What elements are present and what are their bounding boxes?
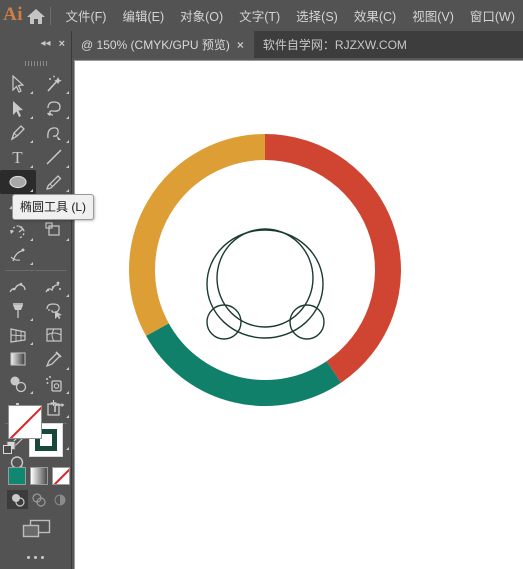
- puppet-warp-tool[interactable]: [0, 274, 36, 298]
- live-paint-bucket-tool[interactable]: [36, 372, 72, 396]
- document-tab-active[interactable]: @ 150% (CMYK/GPU 预览) ×: [72, 31, 254, 58]
- rotate-tool[interactable]: [0, 218, 36, 242]
- close-panel-icon[interactable]: ×: [59, 38, 65, 50]
- menu-edit[interactable]: 编辑(E): [114, 2, 172, 29]
- tool-group-corner-icon: [30, 391, 33, 395]
- home-icon[interactable]: [26, 7, 47, 25]
- color-swatch[interactable]: [8, 467, 26, 485]
- tool-separator: [5, 270, 67, 272]
- curvature-tool[interactable]: [36, 121, 72, 145]
- tool-group-corner-icon: [30, 164, 33, 168]
- swatch-row: [0, 463, 71, 485]
- menu-bar: Ai 文件(F) 编辑(E) 对象(O) 文字(T) 选择(S) 效果(C) 视图(V) 窗口…: [0, 0, 523, 31]
- tool-group-corner-icon: [30, 262, 33, 266]
- type-tool[interactable]: T: [0, 145, 36, 169]
- segment-red[interactable]: [264, 134, 401, 383]
- gradient-swatch[interactable]: [30, 467, 48, 485]
- illustrator-window: Ai 文件(F) 编辑(E) 对象(O) 文字(T) 选择(S) 效果(C) 视图(V) 窗口…: [0, 0, 523, 569]
- menu-item-list: 文件(F) 编辑(E) 对象(O) 文字(T) 选择(S) 效果(C) 视图(V) 窗口(W): [58, 2, 523, 29]
- free-transform-tool[interactable]: [0, 243, 36, 267]
- line-segment-tool[interactable]: [36, 145, 72, 169]
- none-swatch[interactable]: [52, 467, 70, 485]
- draw-normal-mode[interactable]: [7, 490, 28, 509]
- tools-panel-header: ◂◂ ×: [0, 31, 71, 57]
- tab-label: @ 150% (CMYK/GPU 预览): [81, 38, 230, 52]
- tool-group-corner-icon: [66, 366, 69, 370]
- menu-type[interactable]: 文字(T): [231, 2, 288, 29]
- symbol-sprayer-tool[interactable]: [36, 274, 72, 298]
- eyedropper-tool[interactable]: [36, 347, 72, 371]
- pin-tool[interactable]: [0, 299, 36, 323]
- none-slash-icon: [9, 406, 41, 438]
- tool-group-corner-icon: [30, 317, 33, 321]
- tool-group-corner-icon: [66, 91, 69, 95]
- selection-tool[interactable]: [0, 72, 36, 96]
- grip-dots-icon: [24, 61, 47, 66]
- panel-drag-handle[interactable]: [0, 57, 71, 70]
- draw-inside-mode[interactable]: [49, 490, 70, 509]
- ellipse-tool[interactable]: [0, 169, 36, 194]
- document-tab-watermark[interactable]: 软件自学网：RJZXW.COM: [254, 31, 416, 58]
- document-tab-bar: @ 150% (CMYK/GPU 预览) × 软件自学网：RJZXW.COM: [0, 31, 523, 58]
- canvas-area[interactable]: [72, 58, 523, 569]
- none-slash-icon: [53, 468, 69, 484]
- gradient-tool[interactable]: [0, 347, 36, 371]
- tool-group-corner-icon: [66, 188, 69, 192]
- fill-stroke-swatches: [0, 401, 71, 463]
- fill-swatch[interactable]: [8, 405, 42, 439]
- tool-group-corner-icon: [30, 237, 33, 241]
- tool-tooltip: 椭圆工具 (L): [12, 194, 95, 220]
- mesh-tool[interactable]: [36, 323, 72, 347]
- menubar-divider: [49, 6, 51, 25]
- tool-group-corner-icon: [66, 115, 69, 119]
- svg-text:T: T: [12, 148, 23, 167]
- perspective-grid-tool[interactable]: [0, 323, 36, 347]
- fill-stroke-area: [0, 401, 71, 569]
- lasso-select-tool[interactable]: [36, 299, 72, 323]
- paintbrush-tool[interactable]: [36, 170, 72, 194]
- draw-behind-mode[interactable]: [28, 490, 49, 509]
- tool-group-corner-icon: [30, 188, 33, 192]
- collapse-panel-icon[interactable]: ◂◂: [41, 39, 51, 49]
- menu-object[interactable]: 对象(O): [172, 2, 231, 29]
- tool-group-corner-icon: [66, 140, 69, 144]
- width-tool[interactable]: [36, 218, 72, 242]
- ai-logo: Ai: [3, 3, 24, 25]
- pen-tool[interactable]: [0, 121, 36, 145]
- tool-group-corner-icon: [30, 91, 33, 95]
- default-fill-stroke-icon[interactable]: [3, 441, 17, 460]
- tool-group-corner-icon: [66, 237, 69, 241]
- tool-group-corner-icon: [66, 391, 69, 395]
- change-screen-mode[interactable]: [0, 509, 71, 540]
- tools-panel: ◂◂ × T: [0, 31, 72, 569]
- magic-wand-tool[interactable]: [36, 72, 72, 96]
- more-tools-icon[interactable]: [0, 540, 71, 559]
- donut-ring-artwork[interactable]: [75, 61, 523, 569]
- tool-group-corner-icon: [30, 342, 33, 346]
- inner-outer-circle[interactable]: [206, 229, 324, 339]
- inner-mid-circle[interactable]: [216, 228, 314, 328]
- menu-select[interactable]: 选择(S): [288, 2, 346, 29]
- lasso-tool[interactable]: [36, 96, 72, 120]
- artboard[interactable]: [75, 61, 523, 569]
- tool-group-corner-icon: [66, 293, 69, 297]
- segment-orange[interactable]: [129, 134, 266, 336]
- direct-selection-tool[interactable]: [0, 96, 36, 120]
- tool-group-corner-icon: [66, 164, 69, 168]
- tab-label: 软件自学网：RJZXW.COM: [262, 38, 407, 52]
- blend-tool[interactable]: [0, 372, 36, 396]
- draw-modes-row: [0, 485, 71, 509]
- tool-group-corner-icon: [30, 140, 33, 144]
- tab-close-icon[interactable]: ×: [236, 39, 245, 51]
- menu-file[interactable]: 文件(F): [58, 2, 115, 29]
- swap-fill-stroke-icon[interactable]: [53, 403, 66, 421]
- menu-effect[interactable]: 效果(C): [346, 2, 404, 29]
- menu-view[interactable]: 视图(V): [404, 2, 462, 29]
- menu-window[interactable]: 窗口(W): [462, 2, 523, 29]
- tool-group-corner-icon: [30, 115, 33, 119]
